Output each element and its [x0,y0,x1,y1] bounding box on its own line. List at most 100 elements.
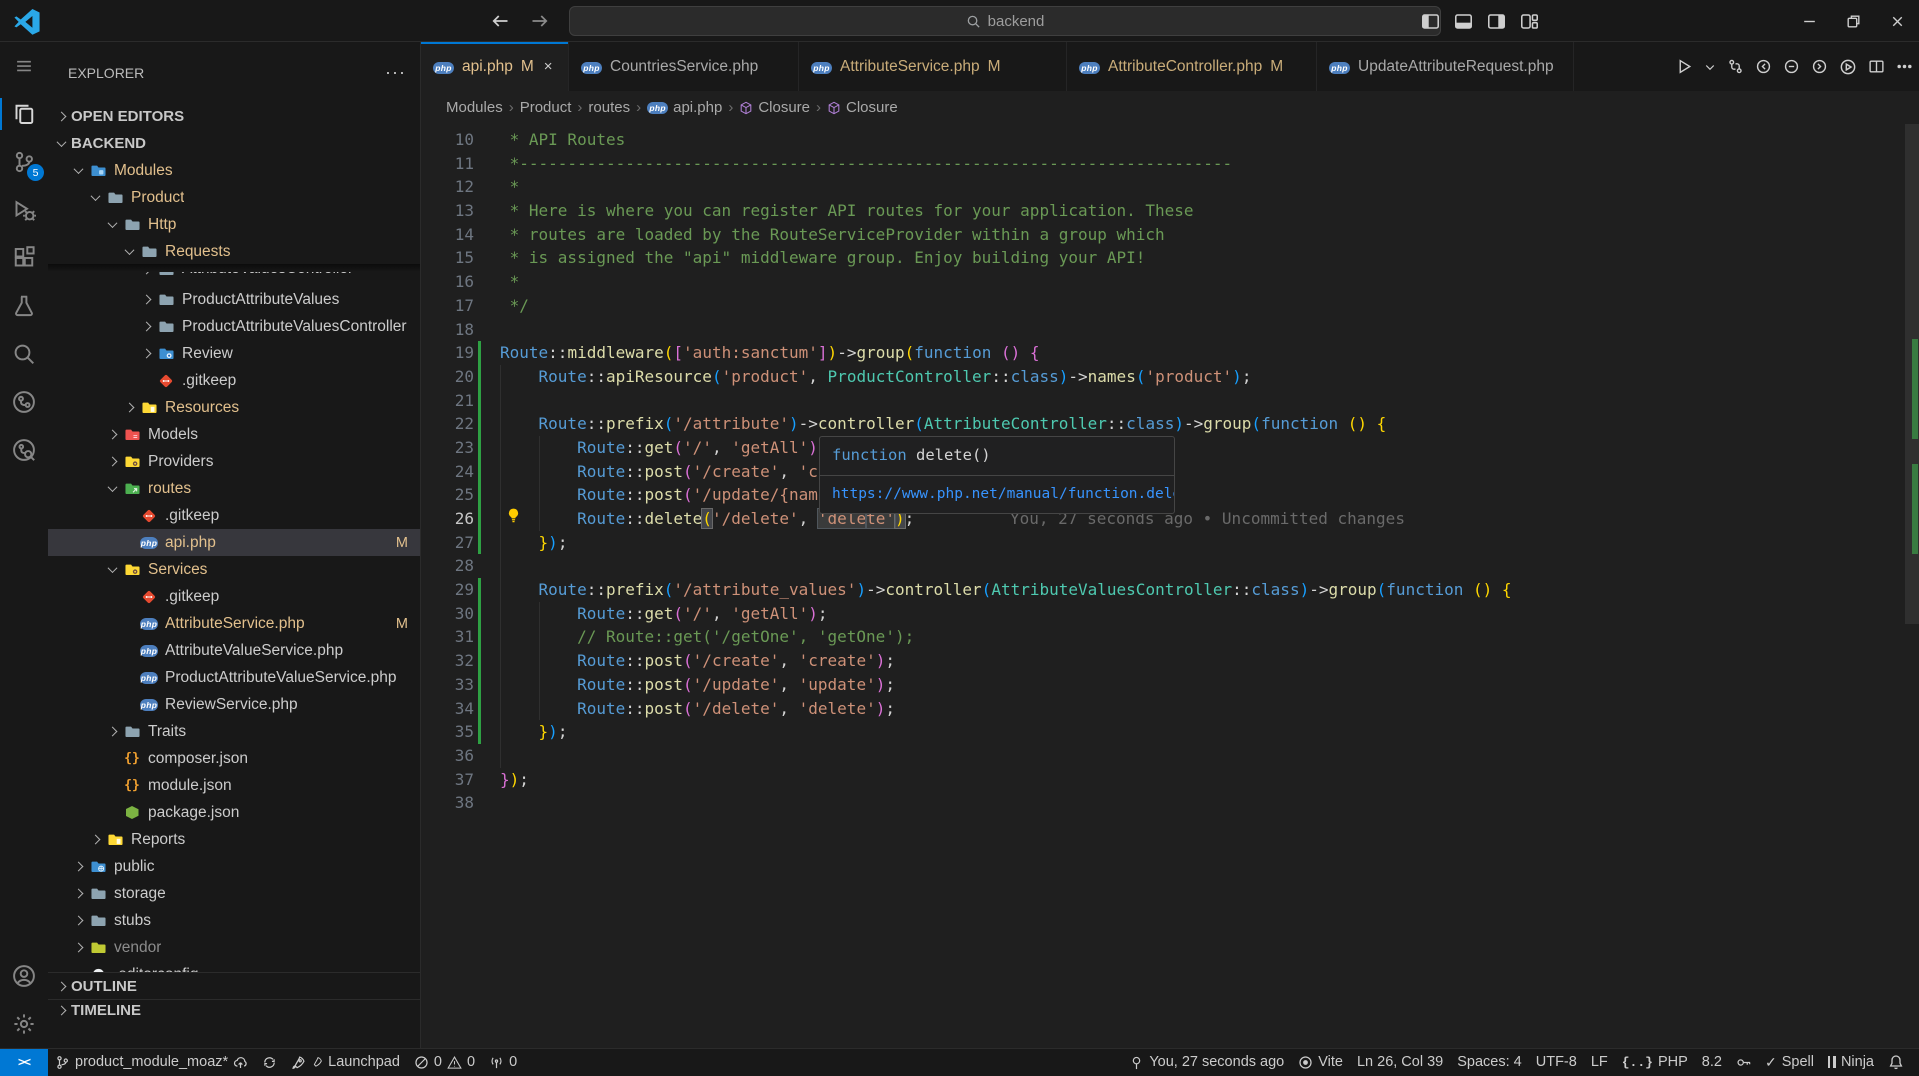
activity-bar-testing[interactable] [0,282,48,330]
code-line-35[interactable]: 35 }); [421,720,1919,744]
activity-bar-settings[interactable] [0,1000,48,1048]
tree-item-reports[interactable]: Reports [48,826,420,853]
tree-item-productattributevalues[interactable]: ProductAttributeValues [48,286,420,313]
activity-bar-source-control[interactable]: 5 [0,138,48,186]
outline-section[interactable]: OUTLINE [48,972,420,999]
status-eol[interactable]: LF [1584,1049,1615,1076]
tree-item-api-php[interactable]: phpapi.phpM [48,529,420,556]
activity-bar-gitlens[interactable] [0,426,48,474]
tree-item-reviewservice-php[interactable]: phpReviewService.php [48,691,420,718]
status-vite[interactable]: Vite [1291,1049,1350,1076]
close-button[interactable] [1875,0,1919,42]
code-line-31[interactable]: 31 // Route::get('/getOne', 'getOne'); [421,625,1919,649]
tree-item-attributevalueservice-php[interactable]: phpAttributeValueService.php [48,637,420,664]
tree-item-storage[interactable]: storage [48,880,420,907]
toggle-secondary-sidebar-icon[interactable] [1487,12,1506,31]
code-line-13[interactable]: 13 * Here is where you can register API … [421,199,1919,223]
tree-item-module-json[interactable]: {}module.json [48,772,420,799]
previous-change-icon[interactable] [1755,58,1772,75]
code-line-32[interactable]: 32 Route::post('/create', 'create'); [421,649,1919,673]
current-change-icon[interactable] [1783,58,1800,75]
status-indentation[interactable]: Spaces: 4 [1450,1049,1529,1076]
code-line-14[interactable]: 14 * routes are loaded by the RouteServi… [421,223,1919,247]
tree-item--gitkeep[interactable]: .gitkeep [48,367,420,394]
status-cursor-position[interactable]: Ln 26, Col 39 [1350,1049,1450,1076]
tree-item-routes[interactable]: routes [48,475,420,502]
next-change-icon[interactable] [1811,58,1828,75]
code-line-15[interactable]: 15 * is assigned the "api" middleware gr… [421,246,1919,270]
activity-bar-extensions[interactable] [0,234,48,282]
breadcrumb-item[interactable]: phpapi.php [647,99,722,116]
activity-bar-explorer[interactable] [0,90,48,138]
tree-item-services[interactable]: Services [48,556,420,583]
status-license-key[interactable] [1729,1049,1758,1076]
code-line-36[interactable]: 36 [421,744,1919,768]
timeline-section[interactable]: TIMELINE [48,999,420,1021]
status-notifications[interactable] [1881,1049,1911,1076]
run-file-icon[interactable] [1839,58,1857,76]
tree-item-http[interactable]: Http [48,211,420,238]
views-more-actions-icon[interactable]: ··· [385,62,406,83]
code-line-27[interactable]: 27 }); [421,531,1919,555]
code-line-22[interactable]: 22 Route::prefix('/attribute')->controll… [421,412,1919,436]
more-actions-icon[interactable] [1896,58,1913,75]
tree-item--gitkeep[interactable]: .gitkeep [48,583,420,610]
run-button[interactable] [1676,58,1693,75]
breadcrumb-item[interactable]: routes [588,99,630,116]
tree-item--gitkeep[interactable]: .gitkeep [48,502,420,529]
activity-bar-git-graph[interactable] [0,378,48,426]
code-line-17[interactable]: 17 */ [421,294,1919,318]
tree-item-package-json[interactable]: package.json [48,799,420,826]
status-encoding[interactable]: UTF-8 [1529,1049,1584,1076]
activity-bar-search[interactable] [0,330,48,378]
run-dropdown[interactable] [1704,61,1716,73]
breadcrumb-item[interactable]: Closure [739,99,810,116]
tree-item-public[interactable]: public [48,853,420,880]
code-area[interactable]: 10 * API Routes11 *---------------------… [421,124,1919,1048]
tree-item-product[interactable]: Product [48,184,420,211]
activity-bar-accounts[interactable] [0,952,48,1000]
code-line-34[interactable]: 34 Route::post('/delete', 'delete'); [421,697,1919,721]
status-ninja[interactable]: Ninja [1821,1049,1881,1076]
navigate-back-icon[interactable] [487,8,513,34]
code-line-37[interactable]: 37}); [421,768,1919,792]
code-line-11[interactable]: 11 *------------------------------------… [421,152,1919,176]
tree-item-attributevaluescontroller[interactable]: AttributeValuesController [48,272,420,286]
tab-api-php[interactable]: phpapi.phpM× [421,42,569,91]
status-git-branch[interactable]: product_module_moaz* [48,1049,255,1076]
workspace-root[interactable]: BACKEND [48,130,420,157]
code-line-38[interactable]: 38 [421,791,1919,815]
tree-item-productattributevaluescontroller[interactable]: ProductAttributeValuesController [48,313,420,340]
code-line-29[interactable]: 29 Route::prefix('/attribute_values')->c… [421,578,1919,602]
overview-ruler[interactable] [1905,124,1919,1048]
status-remote-indicator[interactable]: >< [0,1049,48,1076]
code-line-19[interactable]: 19Route::middleware(['auth:sanctum'])->g… [421,341,1919,365]
code-line-30[interactable]: 30 Route::get('/', 'getAll'); [421,602,1919,626]
tab-countriesservice-php[interactable]: phpCountriesService.php [569,42,799,91]
minimize-button[interactable] [1787,0,1831,42]
status-php-version[interactable]: 8.2 [1695,1049,1729,1076]
tab-updateattributerequest-php[interactable]: phpUpdateAttributeRequest.php [1317,42,1574,91]
activity-bar-menu[interactable] [0,42,48,90]
tree-item-traits[interactable]: Traits [48,718,420,745]
toggle-primary-sidebar-icon[interactable] [1421,12,1440,31]
tree-item-providers[interactable]: Providers [48,448,420,475]
tree-item-vendor[interactable]: vendor [48,934,420,961]
code-line-28[interactable]: 28 [421,554,1919,578]
status-problems[interactable]: 00 [407,1049,482,1076]
tree-item-requests[interactable]: Requests [48,238,420,265]
open-editors-section[interactable]: OPEN EDITORS [48,103,420,130]
tree-item-stubs[interactable]: stubs [48,907,420,934]
command-center-search[interactable]: backend [569,6,1441,36]
breadcrumb-item[interactable]: Closure [827,99,898,116]
tree-item-resources[interactable]: Resources [48,394,420,421]
tree-item-attributeservice-php[interactable]: phpAttributeService.phpM [48,610,420,637]
code-line-12[interactable]: 12 * [421,175,1919,199]
tab-attributeservice-php[interactable]: phpAttributeService.phpM [799,42,1067,91]
code-line-18[interactable]: 18 [421,318,1919,342]
status-spell-checker[interactable]: ✓Spell [1758,1049,1821,1076]
tree-item-models[interactable]: Models [48,421,420,448]
tree-item-modules[interactable]: Modules [48,157,420,184]
status-git-sync[interactable] [255,1049,284,1076]
status-ports[interactable]: 0 [482,1049,524,1076]
